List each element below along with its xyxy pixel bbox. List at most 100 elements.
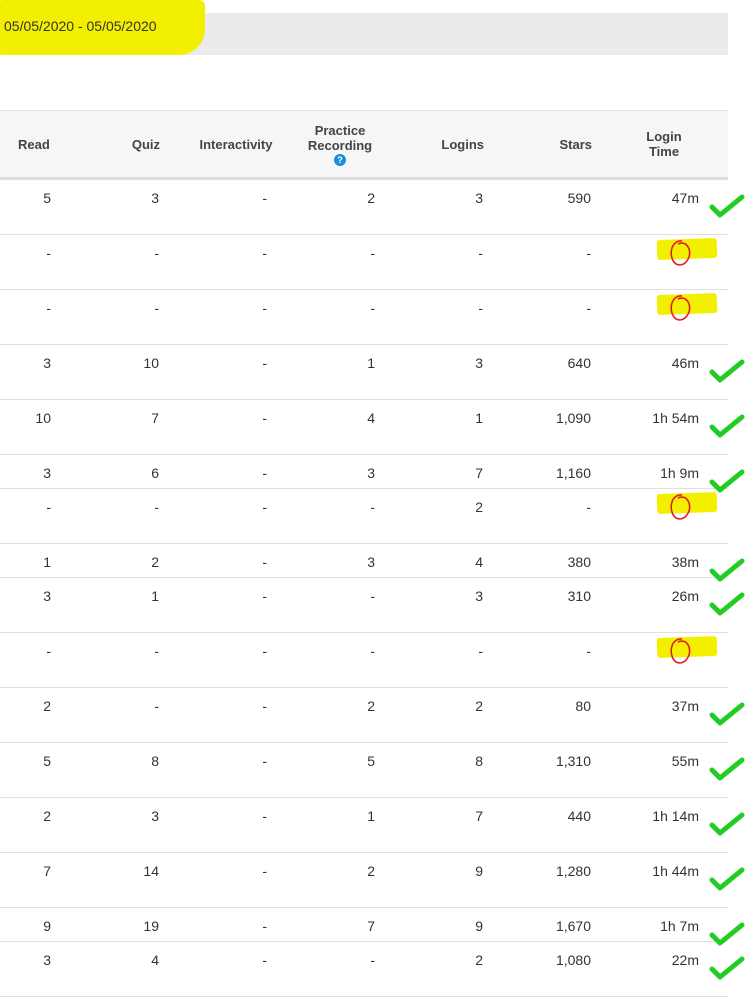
cell-logins: 7	[475, 465, 483, 481]
cell-read: 9	[43, 918, 51, 934]
table-row: 5 8 - 5 8 1,310 55m	[0, 742, 728, 798]
cell-interactivity: -	[262, 863, 267, 879]
cell-login-time: -	[694, 300, 699, 316]
cell-interactivity: -	[262, 245, 267, 261]
cell-logins: -	[478, 300, 483, 316]
cell-quiz: 1	[151, 588, 159, 604]
cell-login-time: 1h 9m	[660, 465, 699, 481]
table-row: 3 1 - - 3 310 26m	[0, 577, 728, 633]
table-row: -------	[0, 289, 728, 345]
cell-login-time: 1h 44m	[652, 863, 699, 879]
cell-practice: 3	[367, 465, 375, 481]
table-row: -------	[0, 234, 728, 290]
table-row: 2 3 - 1 7 440 1h 14m	[0, 797, 728, 853]
cell-interactivity: -	[262, 952, 267, 968]
cell-login-time: 55m	[671, 753, 699, 769]
cell-read: -	[46, 245, 51, 261]
table-row: 2 - - 2 2 80 37m	[0, 687, 728, 743]
table-row: 3 10 - 1 3 640 46m	[0, 344, 728, 400]
cell-read: 3	[43, 465, 51, 481]
cell-stars: 640	[567, 355, 591, 371]
cell-stars: 440	[567, 808, 591, 824]
cell-logins: -	[478, 245, 483, 261]
cell-login-time: 22m	[671, 952, 699, 968]
cell-logins: 2	[475, 698, 483, 714]
cell-stars: 1,280	[555, 863, 591, 879]
cell-quiz: -	[154, 698, 159, 714]
cell-stars: 1,310	[555, 753, 591, 769]
cell-logins: 1	[475, 410, 483, 426]
cell-practice: -	[370, 643, 375, 659]
cell-login-time: -	[694, 499, 699, 515]
cell-interactivity: -	[262, 300, 267, 316]
cell-login-time: 1h 7m	[660, 918, 699, 934]
cell-logins: 3	[475, 190, 483, 206]
cell-interactivity: -	[262, 588, 267, 604]
cell-stars: 1,670	[555, 918, 591, 934]
cell-quiz: 6	[151, 465, 159, 481]
cell-stars: -	[586, 499, 591, 515]
cell-practice: 7	[367, 918, 375, 934]
cell-practice: -	[370, 245, 375, 261]
cell-read: 5	[43, 753, 51, 769]
cell-read: 10	[35, 410, 51, 426]
cell-quiz: 10	[143, 355, 159, 371]
table-row: 3 4 - - 2 1,080 22m	[0, 941, 728, 997]
cell-read: -	[46, 499, 51, 515]
cell-login-time: 47m	[671, 190, 699, 206]
cell-practice: -	[370, 952, 375, 968]
cell-quiz: -	[154, 643, 159, 659]
cell-quiz: 7	[151, 410, 159, 426]
cell-stars: 1,090	[555, 410, 591, 426]
cell-stars: -	[586, 643, 591, 659]
cell-quiz: 2	[151, 554, 159, 570]
cell-quiz: 3	[151, 808, 159, 824]
cell-read: -	[46, 643, 51, 659]
cell-stars: 80	[575, 698, 591, 714]
cell-quiz: 8	[151, 753, 159, 769]
cell-read: 7	[43, 863, 51, 879]
cell-read: 2	[43, 808, 51, 824]
cell-interactivity: -	[262, 753, 267, 769]
cell-practice: 4	[367, 410, 375, 426]
cell-logins: -	[478, 643, 483, 659]
cell-login-time: 1h 54m	[652, 410, 699, 426]
table-row: -------	[0, 632, 728, 688]
table-row: 9 19 - 7 9 1,670 1h 7m	[0, 907, 728, 942]
cell-login-time: 46m	[671, 355, 699, 371]
cell-practice: 2	[367, 863, 375, 879]
cell-logins: 4	[475, 554, 483, 570]
cell-quiz: -	[154, 300, 159, 316]
cell-read: 2	[43, 698, 51, 714]
cell-stars: 590	[567, 190, 591, 206]
cell-interactivity: -	[262, 918, 267, 934]
cell-logins: 8	[475, 753, 483, 769]
cell-stars: -	[586, 300, 591, 316]
table-row: 10 7 - 4 1 1,090 1h 54m	[0, 399, 728, 455]
cell-read: 1	[43, 554, 51, 570]
cell-practice: -	[370, 300, 375, 316]
cell-practice: 3	[367, 554, 375, 570]
cell-read: -	[46, 300, 51, 316]
cell-read: 3	[43, 355, 51, 371]
cell-practice: 2	[367, 190, 375, 206]
cell-interactivity: -	[262, 410, 267, 426]
table-row: 5 3 - 2 3 590 47m	[0, 179, 728, 235]
table-row: 7 14 - 2 9 1,280 1h 44m	[0, 852, 728, 908]
cell-logins: 3	[475, 588, 483, 604]
cell-logins: 2	[475, 952, 483, 968]
cell-interactivity: -	[262, 190, 267, 206]
cell-quiz: 4	[151, 952, 159, 968]
cell-interactivity: -	[262, 355, 267, 371]
cell-login-time: 26m	[671, 588, 699, 604]
cell-logins: 7	[475, 808, 483, 824]
cell-login-time: -	[694, 245, 699, 261]
cell-logins: 9	[475, 863, 483, 879]
cell-stars: 1,080	[555, 952, 591, 968]
cell-login-time: -	[694, 643, 699, 659]
cell-read: 3	[43, 952, 51, 968]
cell-stars: 1,160	[555, 465, 591, 481]
cell-read: 5	[43, 190, 51, 206]
cell-logins: 3	[475, 355, 483, 371]
cell-practice: 1	[367, 808, 375, 824]
